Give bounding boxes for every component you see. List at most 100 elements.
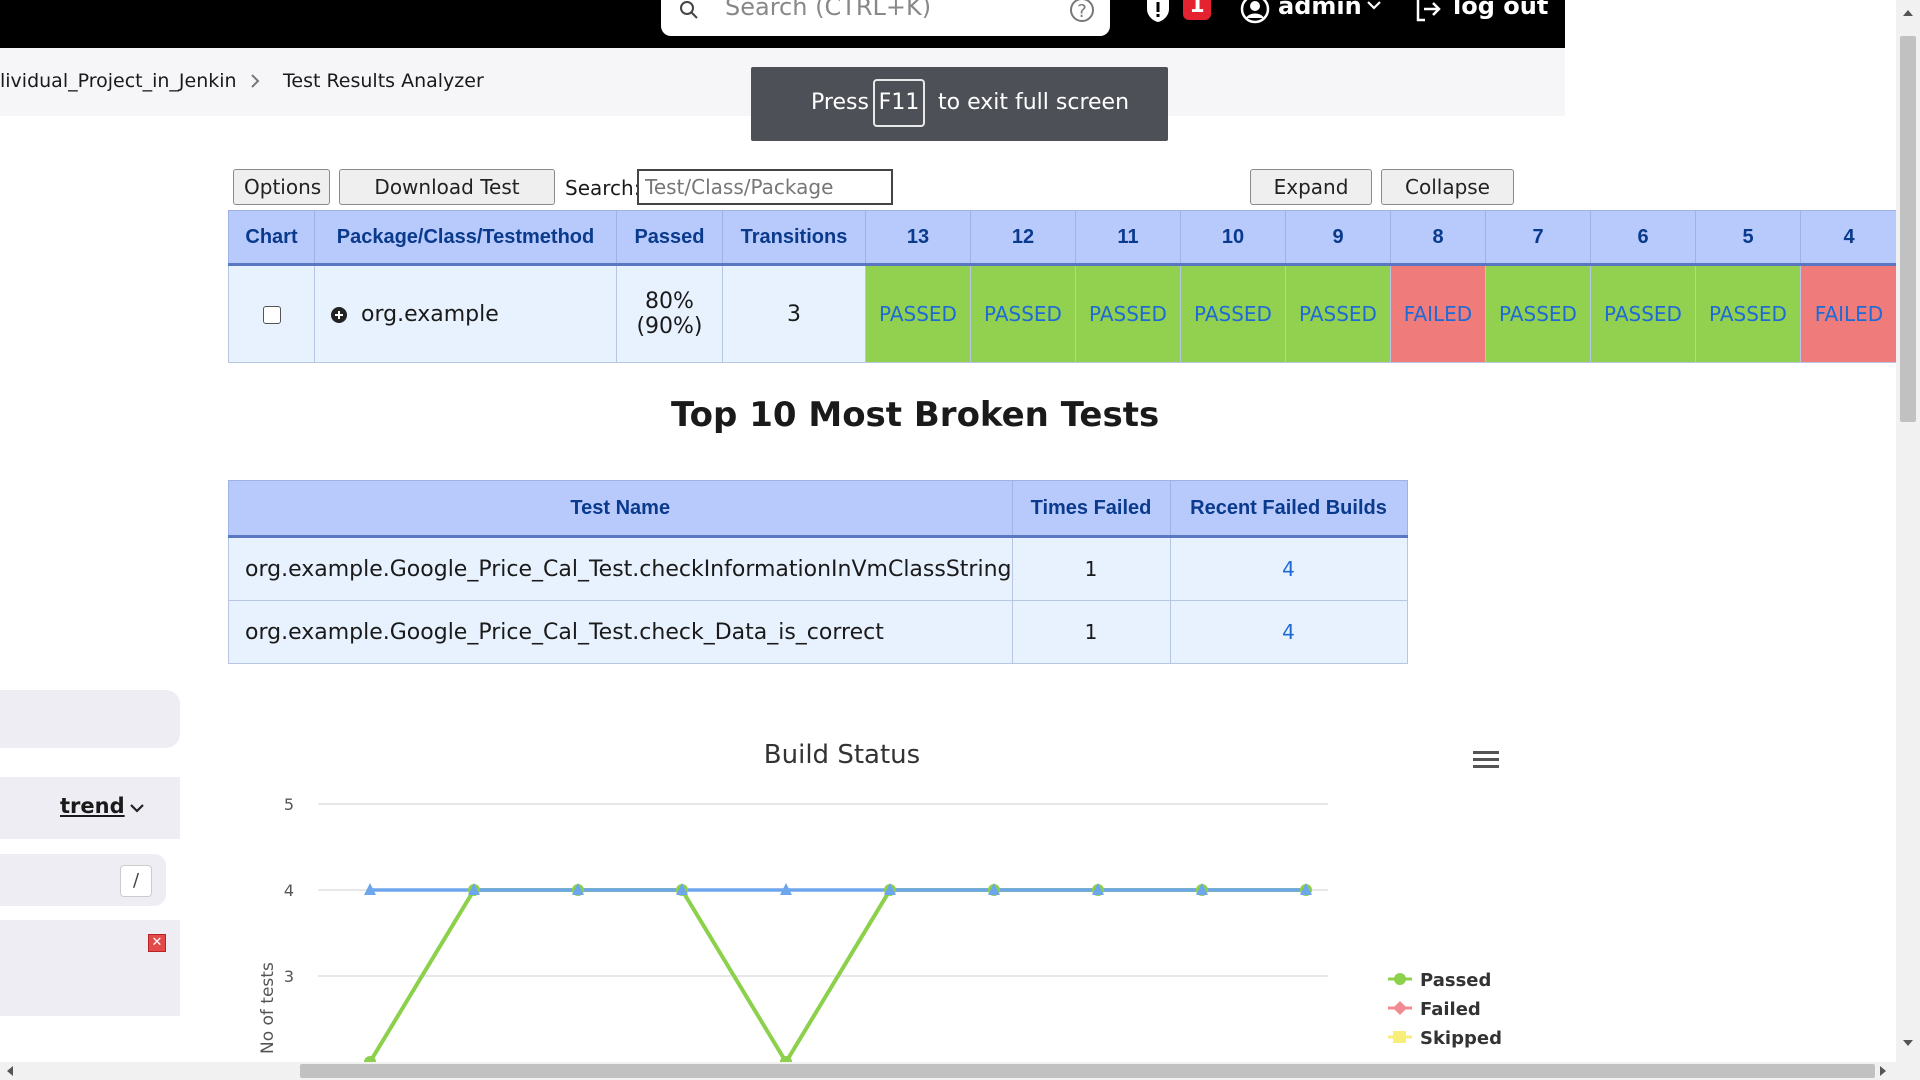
table-row: org.example.Google_Price_Cal_Test.check_… bbox=[228, 600, 1408, 664]
header-times-failed: Times Failed bbox=[1011, 480, 1171, 538]
search-label: Search: bbox=[565, 176, 641, 200]
download-csv-button[interactable]: Download Test (CSV) bbox=[339, 169, 555, 233]
scroll-down-icon[interactable] bbox=[1903, 1040, 1913, 1046]
user-name[interactable]: admin bbox=[1278, 0, 1362, 20]
legend-marker bbox=[1394, 973, 1406, 985]
page: Search (CTRL+K) ? 1 admin log out lividu… bbox=[0, 0, 1920, 1080]
breadcrumb-item-project[interactable]: lividual_Project_in_Jenkin bbox=[0, 70, 237, 92]
toast-press-text: Press bbox=[811, 90, 869, 115]
header-build[interactable]: 7 bbox=[1485, 210, 1591, 266]
transitions-cell: 3 bbox=[722, 264, 866, 363]
passed-percent: 80% bbox=[645, 289, 694, 314]
header-build[interactable]: 5 bbox=[1695, 210, 1801, 266]
chevron-right-icon bbox=[251, 74, 260, 88]
top-bar: Search (CTRL+K) ? 1 admin log out bbox=[0, 0, 1565, 48]
vertical-scrollbar[interactable] bbox=[1896, 0, 1920, 1062]
y-tick-label: 5 bbox=[284, 795, 294, 814]
logout-icon[interactable] bbox=[1413, 0, 1443, 24]
chevron-down-icon[interactable] bbox=[1365, 0, 1383, 14]
build-status-cell: PASSED bbox=[1180, 264, 1286, 363]
alert-count-badge[interactable]: 1 bbox=[1183, 0, 1211, 20]
header-build[interactable]: 10 bbox=[1180, 210, 1286, 266]
search-placeholder: Search (CTRL+K) bbox=[725, 0, 932, 21]
header-build[interactable]: 12 bbox=[970, 210, 1076, 266]
chart-checkbox-cell bbox=[228, 264, 315, 363]
broken-tests-table: Test Name Times Failed Recent Failed Bui… bbox=[228, 480, 1408, 664]
trend-link[interactable]: trend bbox=[60, 794, 125, 818]
y-tick-label: 4 bbox=[284, 881, 294, 900]
build-status-cell: PASSED bbox=[1695, 264, 1801, 363]
build-status-cell: PASSED bbox=[865, 264, 971, 363]
build-status-cell: PASSED bbox=[1075, 264, 1181, 363]
results-table: Chart Package/Class/Testmethod Passed Tr… bbox=[228, 210, 1898, 363]
search-icon bbox=[680, 1, 698, 19]
sidebar-panel: ✕ bbox=[0, 920, 180, 1016]
passed-percent-sub: (90%) bbox=[636, 314, 703, 339]
collapse-all-button[interactable]: Collapse All bbox=[1381, 169, 1514, 233]
y-tick-label: 3 bbox=[284, 967, 294, 986]
expand-plus-icon[interactable] bbox=[331, 306, 347, 323]
test-name-cell: org.example.Google_Price_Cal_Test.check_… bbox=[228, 600, 1013, 664]
sidebar-panel bbox=[0, 690, 180, 748]
horizontal-scroll-thumb[interactable] bbox=[300, 1064, 1875, 1078]
slash-shortcut-key: / bbox=[120, 865, 152, 897]
sidebar-trend-panel: trend bbox=[0, 777, 180, 839]
header-build[interactable]: 13 bbox=[865, 210, 971, 266]
test-search-input[interactable] bbox=[637, 169, 893, 205]
broken-header-row: Test Name Times Failed Recent Failed Bui… bbox=[228, 480, 1408, 538]
legend-marker bbox=[1393, 1031, 1406, 1043]
y-axis-label: No of tests bbox=[258, 962, 278, 1054]
table-row: org.example.Google_Price_Cal_Test.checkI… bbox=[228, 536, 1408, 601]
results-header-row: Chart Package/Class/Testmethod Passed Tr… bbox=[228, 210, 1898, 266]
vertical-scroll-thumb[interactable] bbox=[1900, 36, 1916, 422]
toast-key: F11 bbox=[873, 79, 925, 127]
close-icon[interactable]: ✕ bbox=[148, 934, 166, 952]
chevron-down-icon[interactable] bbox=[128, 799, 146, 817]
horizontal-scrollbar[interactable] bbox=[0, 1062, 1920, 1080]
scroll-left-icon[interactable] bbox=[7, 1066, 13, 1076]
scroll-right-icon[interactable] bbox=[1880, 1066, 1886, 1076]
user-icon[interactable] bbox=[1240, 0, 1270, 24]
build-status-chart: Build Status 5 4 3 No of tests Passed Failed Sk… bbox=[258, 740, 1502, 1064]
legend-label: Skipped bbox=[1420, 1028, 1502, 1049]
header-transitions: Transitions bbox=[722, 210, 866, 266]
breadcrumb-item-analyzer[interactable]: Test Results Analyzer bbox=[283, 70, 484, 92]
chart-checkbox[interactable] bbox=[262, 305, 281, 324]
header-test-name: Test Name bbox=[228, 480, 1013, 538]
failed-build-link[interactable]: 4 bbox=[1169, 600, 1408, 664]
build-status-cell: PASSED bbox=[1485, 264, 1591, 363]
header-build[interactable]: 4 bbox=[1800, 210, 1898, 266]
times-failed-cell: 1 bbox=[1011, 536, 1171, 601]
build-status-cell: FAILED bbox=[1800, 264, 1898, 363]
global-search[interactable]: Search (CTRL+K) ? bbox=[661, 0, 1110, 36]
header-build[interactable]: 6 bbox=[1590, 210, 1696, 266]
fullscreen-toast: Press F11 to exit full screen bbox=[751, 67, 1168, 141]
sidebar-search-panel: / bbox=[0, 854, 166, 906]
help-icon[interactable]: ? bbox=[1070, 0, 1094, 22]
header-build[interactable]: 8 bbox=[1390, 210, 1486, 266]
legend-label: Failed bbox=[1420, 999, 1481, 1020]
build-status-cell: FAILED bbox=[1390, 264, 1486, 363]
legend-marker bbox=[1393, 1001, 1407, 1015]
package-name[interactable]: org.example bbox=[361, 302, 499, 327]
broken-tests-heading: Top 10 Most Broken Tests bbox=[671, 395, 1160, 435]
header-build[interactable]: 9 bbox=[1285, 210, 1391, 266]
security-alert-icon[interactable] bbox=[1143, 0, 1173, 24]
chart-title: Build Status bbox=[764, 740, 920, 770]
header-build[interactable]: 11 bbox=[1075, 210, 1181, 266]
toast-rest-text: to exit full screen bbox=[938, 90, 1130, 115]
logout-link[interactable]: log out bbox=[1453, 0, 1548, 20]
legend-label: Passed bbox=[1420, 970, 1491, 991]
header-passed: Passed bbox=[616, 210, 723, 266]
scroll-up-icon[interactable] bbox=[1903, 10, 1913, 16]
build-status-cell: PASSED bbox=[970, 264, 1076, 363]
build-status-cell: PASSED bbox=[1285, 264, 1391, 363]
header-chart: Chart bbox=[228, 210, 315, 266]
failed-build-link[interactable]: 4 bbox=[1169, 536, 1408, 601]
chart-menu-icon[interactable] bbox=[1472, 748, 1500, 772]
header-recent-failed-builds: Recent Failed Builds bbox=[1169, 480, 1408, 538]
options-button[interactable]: Options bbox=[233, 169, 330, 205]
times-failed-cell: 1 bbox=[1011, 600, 1171, 664]
header-package: Package/Class/Testmethod bbox=[314, 210, 617, 266]
expand-all-button[interactable]: Expand All bbox=[1250, 169, 1372, 233]
